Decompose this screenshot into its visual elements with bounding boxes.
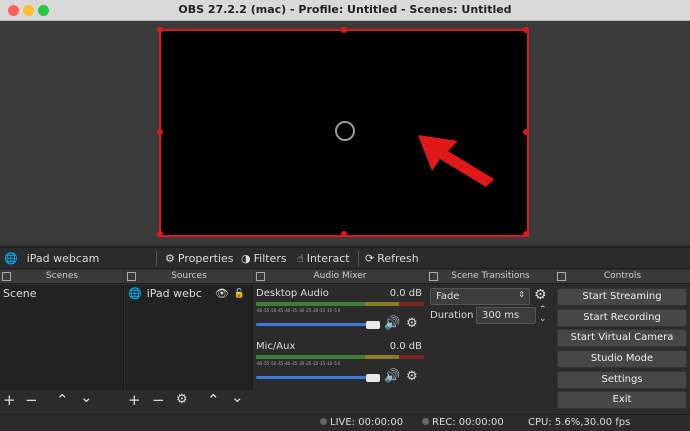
sources-list[interactable]: 🌐 iPad webc 👁 🔓 <box>125 285 253 390</box>
preview-area[interactable] <box>0 21 690 245</box>
list-item[interactable]: Scene <box>0 285 123 302</box>
dock-float-icon[interactable] <box>256 272 265 281</box>
dock-float-icon[interactable] <box>557 272 566 281</box>
dock-float-icon[interactable] <box>127 272 136 281</box>
scene-transitions-dock-title: Scene Transitions <box>427 270 554 284</box>
start-streaming-button[interactable]: Start Streaming <box>557 288 687 306</box>
volume-meter <box>256 302 424 306</box>
scenes-toolbar: + − ⌃ ⌄ <box>0 388 124 413</box>
mixer-channel-desktop: Desktop Audio 0.0 dB -60 -55 -50 -45 -40… <box>256 288 424 331</box>
duration-label: Duration <box>430 310 474 321</box>
dock-float-icon[interactable] <box>429 272 438 281</box>
controls-dock-title: Controls <box>555 270 690 284</box>
sources-toolbar: + − ⚙ ⌃ ⌄ <box>125 388 253 413</box>
speaker-icon[interactable]: 🔊 <box>384 369 400 384</box>
volume-meter <box>256 355 424 359</box>
mixer-channel-mic: Mic/Aux 0.0 dB -60 -55 -50 -45 -40 -35 -… <box>256 341 424 384</box>
lock-icon[interactable]: 🔓 <box>234 289 245 299</box>
live-status: LIVE: 00:00:00 <box>320 417 403 428</box>
eye-icon[interactable]: 👁 <box>215 287 229 300</box>
dock-float-icon[interactable] <box>2 272 11 281</box>
status-bar: LIVE: 00:00:00 REC: 00:00:00 CPU: 5.6%,3… <box>0 414 690 431</box>
refresh-button[interactable]: ⟳ Refresh <box>365 252 419 265</box>
resize-handle[interactable] <box>341 231 347 237</box>
divider <box>358 251 359 266</box>
cpu-status: CPU: 5.6%,30.00 fps <box>528 417 631 428</box>
rec-indicator-icon <box>422 418 429 425</box>
duration-input[interactable]: 300 ms <box>476 307 536 324</box>
resize-handle[interactable] <box>341 27 347 33</box>
chevron-updown-icon: ⇕ <box>518 290 525 299</box>
audio-mixer-dock-title: Audio Mixer <box>254 270 426 284</box>
resize-handle[interactable] <box>523 231 529 237</box>
gear-icon[interactable]: ⚙ <box>176 392 188 407</box>
add-icon[interactable]: + <box>3 391 16 409</box>
remove-icon[interactable]: − <box>25 391 38 409</box>
start-recording-button[interactable]: Start Recording <box>557 309 687 327</box>
studio-mode-button[interactable]: Studio Mode <box>557 350 687 368</box>
gear-icon[interactable]: ⚙ <box>534 287 547 303</box>
volume-slider-knob[interactable] <box>366 374 380 382</box>
properties-button[interactable]: ⚙ Properties <box>165 252 233 265</box>
transition-select[interactable]: Fade ⇕ <box>430 288 530 305</box>
hand-pointer-icon: ☝ <box>297 252 304 265</box>
resize-handle[interactable] <box>523 129 529 135</box>
start-virtual-camera-button[interactable]: Start Virtual Camera <box>557 329 687 347</box>
stepper-icon[interactable]: ⌃ ⌄ <box>539 306 547 324</box>
chevron-down-icon[interactable]: ⌄ <box>80 388 93 406</box>
add-icon[interactable]: + <box>128 391 141 409</box>
resize-handle[interactable] <box>157 27 163 33</box>
list-item[interactable]: 🌐 iPad webc 👁 🔓 <box>125 285 252 302</box>
resize-handle[interactable] <box>157 129 163 135</box>
scenes-list[interactable]: Scene <box>0 285 124 390</box>
divider <box>156 251 157 266</box>
chevron-up-icon[interactable]: ⌃ <box>207 391 220 409</box>
source-label: 🌐 iPad webcam <box>4 252 100 265</box>
title-bar: OBS 27.2.2 (mac) - Profile: Untitled - S… <box>0 0 690 21</box>
loading-spinner-icon <box>335 121 355 141</box>
live-indicator-icon <box>320 418 327 425</box>
gear-icon: ⚙ <box>165 252 175 265</box>
speaker-icon[interactable]: 🔊 <box>384 316 400 331</box>
gear-icon[interactable]: ⚙ <box>406 369 418 384</box>
red-arrow-annotation-icon <box>418 135 494 187</box>
remove-icon[interactable]: − <box>152 391 165 409</box>
volume-slider[interactable] <box>256 376 379 379</box>
rec-status: REC: 00:00:00 <box>422 417 504 428</box>
resize-handle[interactable] <box>523 27 529 33</box>
scenes-dock-title: Scenes <box>0 270 124 284</box>
globe-icon: 🌐 <box>4 252 18 265</box>
volume-slider-knob[interactable] <box>366 321 380 329</box>
gear-icon[interactable]: ⚙ <box>406 316 418 331</box>
filters-icon: ◑ <box>241 252 251 265</box>
sources-dock-title: Sources <box>125 270 253 284</box>
chevron-down-icon[interactable]: ⌄ <box>231 388 244 406</box>
window-title: OBS 27.2.2 (mac) - Profile: Untitled - S… <box>178 3 512 16</box>
volume-slider[interactable] <box>256 323 379 326</box>
interact-button[interactable]: ☝ Interact <box>297 252 350 265</box>
chevron-up-icon[interactable]: ⌃ <box>56 391 69 409</box>
resize-handle[interactable] <box>157 231 163 237</box>
refresh-icon: ⟳ <box>365 252 375 265</box>
settings-button[interactable]: Settings <box>557 371 687 389</box>
exit-button[interactable]: Exit <box>557 391 687 409</box>
filters-button[interactable]: ◑ Filters <box>241 252 287 265</box>
source-toolbar: 🌐 iPad webcam ⚙ Properties ◑ Filters ☝ Inte… <box>0 247 690 269</box>
globe-icon: 🌐 <box>128 287 142 300</box>
